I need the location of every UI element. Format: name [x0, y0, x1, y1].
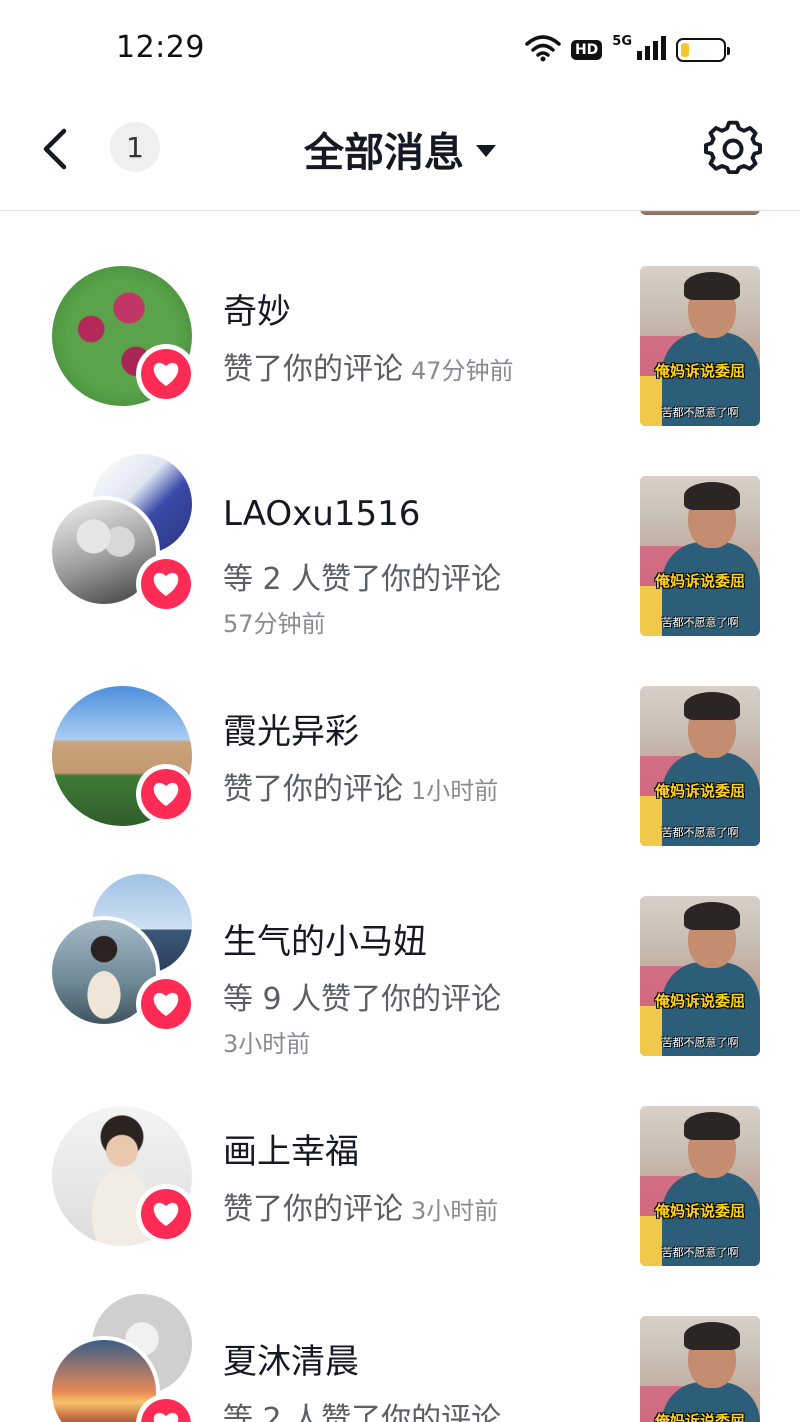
heart-icon [153, 992, 179, 1016]
user-name[interactable]: 霞光异彩 [223, 704, 359, 753]
list-item[interactable]: LAOxu1516 等 2 人赞了你的评论 57分钟前 俺妈诉说委屈 苦都不愿意… [0, 421, 800, 638]
list-item[interactable]: 霞光异彩 赞了你的评论 1小时前 俺妈诉说委屈 苦都不愿意了啊 [0, 631, 800, 846]
network-type-label: 5G [612, 33, 632, 49]
video-thumbnail[interactable]: 俺妈诉说委屈 苦都不愿意了啊 [640, 896, 760, 1056]
avatar-group[interactable] [52, 1106, 196, 1246]
like-badge [136, 554, 196, 614]
thumbnail-subcaption: 苦都不愿意了啊 [661, 406, 739, 419]
notification-time: 1小时前 [411, 777, 499, 805]
heart-icon [153, 1412, 179, 1422]
message-filter-dropdown[interactable]: 全部消息 [0, 120, 800, 178]
like-badge [136, 1184, 196, 1244]
list-item[interactable]: 夏沐清晨 等 2 人赞了你的评论 俺妈诉说委屈 苦都不愿意了啊 [0, 1261, 800, 1422]
notification-text: 等 9 人赞了你的评论 [223, 982, 502, 1017]
top-nav-bar: 1 全部消息 [0, 100, 800, 211]
page-title: 全部消息 [304, 130, 464, 176]
notification-list[interactable]: 奇妙 赞了你的评论 47分钟前 俺妈诉说委屈 苦都不愿意了啊 LAOxu1516 … [0, 211, 800, 1422]
notification-time: 3小时前 [411, 1197, 499, 1225]
settings-button[interactable] [704, 120, 762, 178]
avatar-group[interactable] [48, 1294, 196, 1422]
list-item[interactable]: 生气的小马妞 等 9 人赞了你的评论 3小时前 俺妈诉说委屈 苦都不愿意了啊 [0, 841, 800, 1058]
status-time: 12:29 [116, 30, 205, 65]
like-badge [136, 974, 196, 1034]
heart-icon [153, 782, 179, 806]
thumbnail-subcaption: 苦都不愿意了啊 [661, 1246, 739, 1259]
status-bar: 12:29 HD 5G [0, 0, 800, 100]
heart-icon [153, 362, 179, 386]
user-name[interactable]: LAOxu1516 [223, 494, 420, 534]
battery-level [681, 43, 689, 57]
thumbnail-caption: 俺妈诉说委屈 [654, 572, 745, 590]
signal-icon [636, 35, 666, 65]
avatar-group[interactable] [52, 686, 196, 826]
video-thumbnail[interactable]: 俺妈诉说委屈 苦都不愿意了啊 [640, 1106, 760, 1266]
notification-time: 47分钟前 [411, 357, 514, 385]
avatar-group[interactable] [48, 874, 196, 1036]
status-icons: HD 5G [525, 32, 730, 68]
notification-text: 赞了你的评论 3小时前 [223, 1192, 499, 1227]
notification-text: 赞了你的评论 47分钟前 [223, 352, 514, 387]
battery-icon [676, 38, 730, 62]
avatar-group[interactable] [48, 454, 196, 616]
caret-down-icon [476, 145, 496, 157]
heart-icon [153, 1202, 179, 1226]
video-thumbnail[interactable]: 俺妈诉说委屈 苦都不愿意了啊 [640, 476, 760, 636]
user-name[interactable]: 夏沐清晨 [223, 1334, 359, 1383]
thumbnail-caption: 俺妈诉说委屈 [654, 1412, 745, 1422]
user-name[interactable]: 奇妙 [223, 284, 291, 333]
thumbnail-caption: 俺妈诉说委屈 [654, 992, 745, 1010]
thumbnail-caption: 俺妈诉说委屈 [654, 782, 745, 800]
user-name[interactable]: 生气的小马妞 [223, 914, 427, 963]
video-thumbnail[interactable]: 俺妈诉说委屈 苦都不愿意了啊 [640, 1316, 760, 1422]
hd-icon: HD [570, 40, 603, 60]
video-thumbnail[interactable]: 俺妈诉说委屈 苦都不愿意了啊 [640, 686, 760, 846]
thumbnail-subcaption: 苦都不愿意了啊 [661, 1036, 739, 1049]
notification-text: 等 2 人赞了你的评论 [223, 1402, 502, 1422]
list-item[interactable]: 画上幸福 赞了你的评论 3小时前 俺妈诉说委屈 苦都不愿意了啊 [0, 1051, 800, 1266]
thumbnail-subcaption: 苦都不愿意了啊 [661, 826, 739, 839]
like-badge [136, 344, 196, 404]
thumbnail-subcaption: 苦都不愿意了啊 [661, 616, 739, 629]
user-name[interactable]: 画上幸福 [223, 1124, 359, 1173]
like-badge [136, 764, 196, 824]
thumbnail-caption: 俺妈诉说委屈 [654, 362, 745, 380]
gear-icon [704, 120, 762, 175]
notification-text: 等 2 人赞了你的评论 [223, 562, 502, 597]
wifi-icon [525, 34, 561, 66]
heart-icon [153, 572, 179, 596]
list-item[interactable]: 奇妙 赞了你的评论 47分钟前 俺妈诉说委屈 苦都不愿意了啊 [0, 211, 800, 426]
notification-text: 赞了你的评论 1小时前 [223, 772, 499, 807]
thumbnail-caption: 俺妈诉说委屈 [654, 1202, 745, 1220]
avatar-group[interactable] [52, 266, 196, 406]
video-thumbnail[interactable]: 俺妈诉说委屈 苦都不愿意了啊 [640, 266, 760, 426]
